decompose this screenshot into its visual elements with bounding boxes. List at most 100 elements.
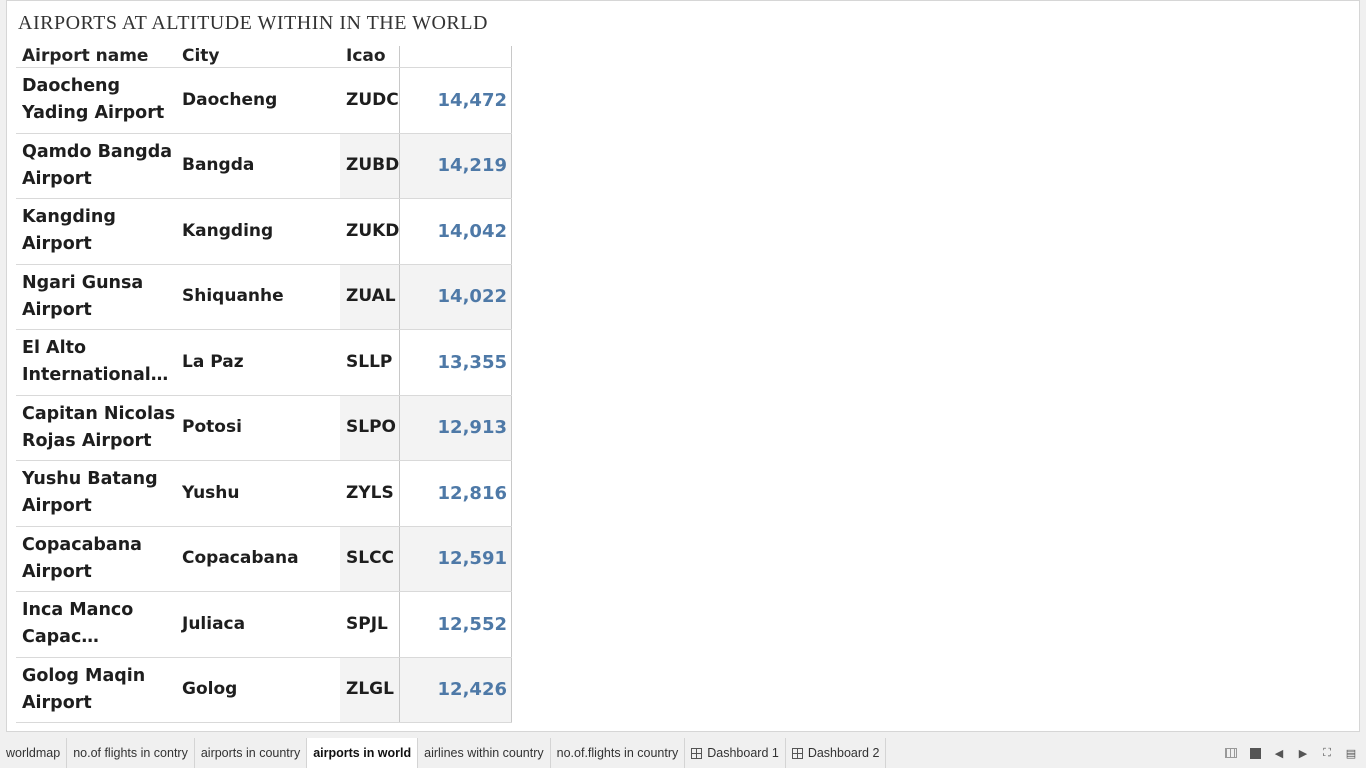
next-sheet-icon[interactable]: ▶ [1296,746,1310,760]
grid-view-icon[interactable] [1224,746,1238,760]
sheet-tabs: worldmap no.of flights in contry airports … [0,738,887,768]
icao-cell-text: ZYLS [346,482,394,503]
icao-cell[interactable]: ZUKD [340,199,400,264]
table-row[interactable]: Qamdo Bangda Airport Bangda ZUBD 14,219 [16,133,512,199]
presentation-icon[interactable]: ▤ [1344,746,1358,760]
altitude-cell[interactable]: 12,816 [400,461,512,526]
icao-cell-text: SLPO [346,417,396,438]
sheet-tab-bar: worldmap no.of flights in contry airports … [0,738,1366,768]
table-row[interactable]: Kangding Airport Kangding ZUKD 14,042 [16,199,512,265]
city-cell-text: Kangding [182,220,274,241]
sheet-tab[interactable]: airports in world [307,738,419,768]
icao-cell[interactable]: SLCC [340,526,400,591]
sheet-tab-label: airports in country [200,746,301,760]
table-row[interactable]: Golog Maqin Airport Golog ZLGL 12,426 [16,657,512,723]
sheet-tab-label: airlines within country [424,746,544,760]
airport-name-cell[interactable]: El Alto International A.. [16,330,176,395]
city-cell[interactable]: Bangda [176,134,340,199]
fullscreen-icon[interactable]: ⛶ [1320,746,1334,760]
airport-table: Airport name City Icao Daocheng Yading A… [16,46,512,723]
table-body: Daocheng Yading Airport Daocheng ZUDC 14,47… [16,68,512,723]
sheet-tab[interactable]: no.of.flights in country [551,738,686,768]
header-city[interactable]: City [176,46,340,67]
city-cell[interactable]: Golog [176,658,340,723]
table-row[interactable]: Yushu Batang Airport Yushu ZYLS 12,816 [16,461,512,527]
icao-cell-text: ZUAL [346,286,396,307]
sheet-tab[interactable]: Dashboard 2 [786,738,887,768]
altitude-cell[interactable]: 12,591 [400,526,512,591]
airport-name-cell[interactable]: Capitan Nicolas Rojas Airport [16,396,176,461]
altitude-cell-text: 13,355 [437,351,507,373]
altitude-cell[interactable]: 14,042 [400,199,512,264]
table-row[interactable]: Copacabana Airport Copacabana SLCC 12,591 [16,526,512,592]
icao-cell[interactable]: SPJL [340,592,400,657]
altitude-cell-text: 12,913 [437,417,507,439]
airport-name-cell-text: Kangding Airport [22,207,116,255]
city-cell[interactable]: Yushu [176,461,340,526]
previous-sheet-icon[interactable]: ◀ [1272,746,1286,760]
city-cell[interactable]: Juliaca [176,592,340,657]
icao-cell-text: SPJL [346,613,388,634]
airport-name-cell-text: Inca Manco Capac Internat.. [22,600,134,648]
table-row[interactable]: El Alto International A.. La Paz SLLP 13,35… [16,330,512,396]
airport-name-cell[interactable]: Yushu Batang Airport [16,461,176,526]
airport-name-cell[interactable]: Copacabana Airport [16,527,176,592]
sheet-tab-label: no.of flights in contry [73,746,188,760]
city-cell-text: Copacabana [182,548,299,569]
altitude-cell-text: 14,022 [437,286,507,308]
airport-name-cell[interactable]: Inca Manco Capac Internat.. [16,592,176,657]
altitude-cell-text: 12,816 [437,482,507,504]
sheet-tab[interactable]: airports in country [195,738,308,768]
altitude-cell-text: 12,591 [437,548,507,570]
table-row[interactable]: Ngari Gunsa Airport Shiquanhe ZUAL 14,022 [16,264,512,330]
airport-name-cell-text: Qamdo Bangda Airport [22,141,173,189]
altitude-cell[interactable]: 14,022 [400,264,512,329]
city-cell[interactable]: La Paz [176,330,340,395]
altitude-cell[interactable]: 13,355 [400,330,512,395]
sheet-tab-label: Dashboard 1 [707,746,779,760]
icao-cell[interactable]: ZUBD [340,133,400,198]
header-altitude [400,46,512,67]
altitude-cell[interactable]: 14,472 [400,68,512,133]
table-row[interactable]: Inca Manco Capac Internat.. Juliaca SPJL 12… [16,592,512,658]
city-cell[interactable]: Kangding [176,199,340,264]
city-cell[interactable]: Daocheng [176,68,340,133]
table-row[interactable]: Capitan Nicolas Rojas Airport Potosi SLPO 1… [16,395,512,461]
icao-cell[interactable]: SLPO [340,395,400,460]
airport-name-cell[interactable]: Kangding Airport [16,199,176,264]
filmstrip-icon[interactable] [1248,746,1262,760]
altitude-cell-text: 12,552 [437,613,507,635]
city-cell-text: Yushu [182,482,240,503]
altitude-cell[interactable]: 12,426 [400,657,512,722]
icao-cell-text: SLLP [346,351,393,372]
airport-name-cell[interactable]: Golog Maqin Airport [16,658,176,723]
icao-cell[interactable]: ZUAL [340,264,400,329]
sheet-tab[interactable]: no.of flights in contry [67,738,195,768]
header-airport-name[interactable]: Airport name [16,46,176,67]
sheet-tab[interactable]: worldmap [0,738,68,768]
altitude-cell[interactable]: 12,913 [400,395,512,460]
sheet-tab[interactable]: airlines within country [418,738,551,768]
icao-cell-text: ZUDC [346,89,399,110]
header-icao[interactable]: Icao [340,46,400,67]
airport-name-cell[interactable]: Daocheng Yading Airport [16,68,176,133]
table-row[interactable]: Daocheng Yading Airport Daocheng ZUDC 14,47… [16,68,512,134]
icao-cell[interactable]: SLLP [340,330,400,395]
icao-cell[interactable]: ZLGL [340,657,400,722]
sheet-tab[interactable]: Dashboard 1 [685,738,786,768]
sheet-tab-label: airports in world [313,746,412,760]
airport-name-cell[interactable]: Ngari Gunsa Airport [16,265,176,330]
city-cell-text: Juliaca [182,613,246,634]
icao-cell[interactable]: ZUDC [340,68,400,133]
altitude-cell[interactable]: 12,552 [400,592,512,657]
airport-name-cell-text: Daocheng Yading Airport [22,76,165,124]
city-cell-text: Shiquanhe [182,286,284,307]
city-cell[interactable]: Potosi [176,396,340,461]
city-cell-text: Bangda [182,155,255,176]
icao-cell[interactable]: ZYLS [340,461,400,526]
airport-name-cell-text: Copacabana Airport [22,534,142,582]
altitude-cell[interactable]: 14,219 [400,133,512,198]
city-cell[interactable]: Shiquanhe [176,265,340,330]
airport-name-cell[interactable]: Qamdo Bangda Airport [16,134,176,199]
city-cell[interactable]: Copacabana [176,527,340,592]
